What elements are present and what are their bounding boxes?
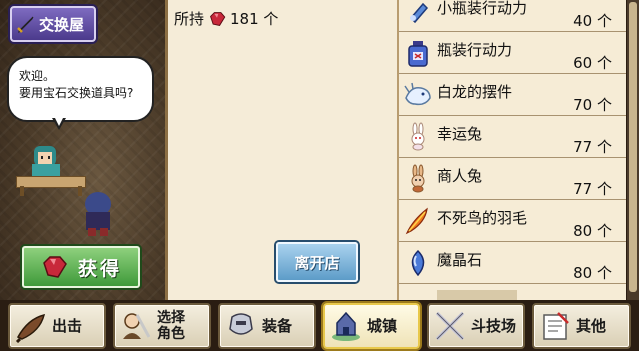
red-gem-icon (43, 256, 67, 278)
white-dragon-figurine-icon (404, 82, 431, 106)
greeting-line-2: 要用宝石交换道具吗? (19, 86, 134, 100)
character-select-icon (123, 313, 151, 339)
item-list[interactable]: 小瓶装行动力 40 个 瓶装行动力 60 个 白龙的摆件 70 个 幸运兔 77… (397, 0, 626, 300)
leave-shop-button[interactable]: 离开店 (276, 242, 358, 282)
item-name: 白龙的摆件 (437, 83, 513, 101)
nav-character-select-line1: 选择 (157, 310, 185, 326)
nav-arena-label: 斗技场 (471, 317, 517, 335)
list-item[interactable]: 不死鸟的羽毛 80 个 (399, 200, 626, 242)
magic-crystal-icon (411, 249, 425, 277)
nav-sortie-button[interactable]: 出击 (8, 303, 106, 349)
speech-bubble: 欢迎。 要用宝石交换道具吗? (7, 56, 154, 122)
list-item[interactable]: 白龙的摆件 70 个 (399, 74, 626, 116)
item-name: 商人兔 (437, 167, 483, 185)
player-sprite (85, 192, 111, 236)
town-icon (332, 311, 360, 341)
nav-sortie-label: 出击 (52, 317, 83, 335)
shop-table (16, 176, 86, 188)
list-item[interactable] (399, 284, 626, 300)
potion-bottle-icon (408, 41, 428, 67)
merchant-rabbit-icon (411, 164, 425, 193)
item-cost: 77 个 (573, 180, 612, 198)
item-cost: 80 个 (573, 264, 612, 282)
greeting-line-1: 欢迎。 (19, 69, 56, 83)
list-item[interactable]: 瓶装行动力 60 个 (399, 32, 626, 74)
list-item[interactable]: 魔晶石 80 个 (399, 242, 626, 284)
small-potion-icon (409, 2, 429, 24)
nav-character-select-label: 选择 角色 (157, 310, 185, 342)
table-leg-left (20, 186, 24, 196)
sword-icon (17, 16, 34, 34)
item-cost: 70 个 (573, 96, 612, 114)
item-cost: 77 个 (573, 138, 612, 156)
item-name: 不死鸟的羽毛 (437, 209, 528, 227)
nav-equipment-label: 装备 (262, 317, 293, 335)
get-gems-label: 获得 (77, 257, 122, 280)
nav-arena-button[interactable]: 斗技场 (427, 303, 525, 349)
nav-character-select-line2: 角色 (157, 326, 185, 342)
item-name: 小瓶装行动力 (437, 0, 528, 17)
list-item[interactable]: 商人兔 77 个 (399, 158, 626, 200)
nav-town-label: 城镇 (367, 317, 398, 335)
scrollbar-thumb[interactable] (629, 2, 637, 292)
item-cost: 60 个 (573, 54, 612, 72)
nav-other-label: 其他 (576, 317, 607, 335)
info-panel: 所持 181 个 离开店 (165, 0, 397, 300)
other-icon (543, 312, 569, 340)
arena-icon (435, 311, 465, 341)
item-cost: 80 个 (573, 222, 612, 240)
list-item[interactable]: 小瓶装行动力 40 个 (399, 0, 626, 32)
sortie-icon (15, 313, 46, 343)
item-name: 魔晶石 (437, 251, 483, 269)
holding-label: 所持 (174, 10, 205, 28)
gem-balance: 所持 181 个 (174, 8, 278, 29)
gem-count: 181 个 (230, 10, 279, 28)
item-name: 瓶装行动力 (437, 41, 513, 59)
speech-bubble-tail (52, 116, 66, 130)
list-item[interactable]: 幸运兔 77 个 (399, 116, 626, 158)
equipment-icon (229, 313, 253, 335)
shop-scene: 交换屋 欢迎。 要用宝石交换道具吗? 获得 (0, 0, 165, 300)
nav-other-button[interactable]: 其他 (532, 303, 631, 349)
shop-title-text: 交换屋 (39, 15, 85, 34)
lucky-rabbit-icon (411, 122, 425, 151)
nav-town-button[interactable]: 城镇 (323, 303, 420, 349)
item-cost: 40 个 (573, 12, 612, 30)
phoenix-feather-icon (405, 207, 428, 235)
item-name-clipped (437, 290, 517, 300)
item-list-scrollbar[interactable] (626, 0, 639, 300)
get-gems-button[interactable]: 获得 (22, 246, 140, 288)
item-name: 幸运兔 (437, 125, 483, 143)
nav-character-select-button[interactable]: 选择 角色 (113, 303, 211, 349)
shop-title-badge: 交换屋 (10, 6, 96, 42)
red-gem-icon (210, 11, 226, 26)
leave-shop-label: 离开店 (294, 253, 340, 272)
nav-equipment-button[interactable]: 装备 (218, 303, 316, 349)
bottom-nav: 出击 选择 角色 装备 城镇 斗技场 其他 (0, 300, 639, 351)
